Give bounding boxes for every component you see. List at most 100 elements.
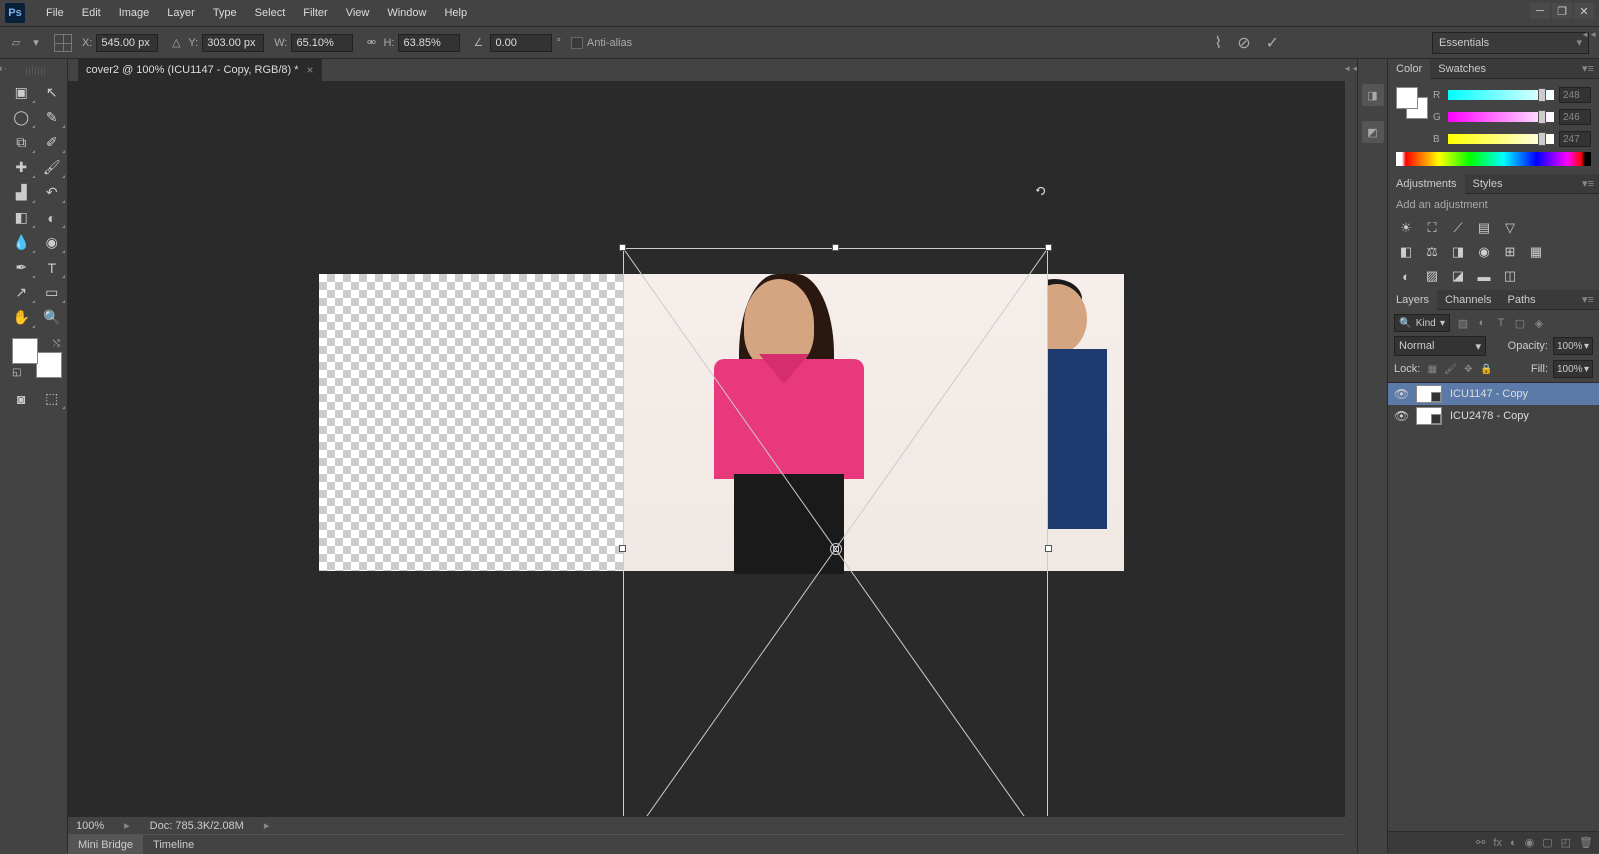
photo-filter-icon[interactable]: ◉ (1474, 243, 1494, 261)
delete-layer-icon[interactable]: 🗑 (1579, 836, 1593, 849)
menu-window[interactable]: Window (378, 0, 435, 27)
layer-name[interactable]: ICU1147 - Copy (1450, 388, 1528, 400)
dropdown-arrow-icon[interactable]: ▾ (28, 35, 44, 51)
eraser-tool[interactable]: ◧ (6, 205, 37, 230)
hand-tool[interactable]: ✋ (6, 305, 37, 330)
tab-channels[interactable]: Channels (1437, 290, 1499, 310)
exposure-icon[interactable]: ▤ (1474, 219, 1494, 237)
tab-adjustments[interactable]: Adjustments (1388, 174, 1465, 194)
history-brush-tool[interactable]: ↶ (37, 180, 68, 205)
canvas-viewport[interactable] (68, 81, 1345, 816)
panel-menu-icon[interactable]: ▾≡ (1577, 62, 1599, 75)
transform-handle-tr[interactable] (1045, 244, 1052, 251)
channel-mixer-icon[interactable]: ⊞ (1500, 243, 1520, 261)
lasso-tool[interactable]: ◯ (6, 105, 37, 130)
selective-color-icon[interactable]: ◫ (1500, 267, 1520, 285)
history-panel-icon[interactable]: ◨ (1362, 84, 1384, 106)
move-tool[interactable]: ▣ (6, 80, 37, 105)
vibrance-icon[interactable]: ▽ (1500, 219, 1520, 237)
color-spectrum[interactable] (1396, 152, 1591, 166)
mask-icon[interactable]: ◐ (1510, 837, 1517, 849)
cancel-transform-button[interactable]: ⊘ (1237, 33, 1250, 53)
tab-mini-bridge[interactable]: Mini Bridge (68, 835, 143, 854)
g-value[interactable]: 246 (1559, 109, 1591, 125)
close-button[interactable]: ✕ (1574, 3, 1594, 19)
menu-help[interactable]: Help (435, 0, 476, 27)
stamp-tool[interactable]: ▟ (6, 180, 37, 205)
lock-position-icon[interactable]: ✥ (1461, 362, 1475, 376)
antialias-checkbox[interactable] (571, 37, 583, 49)
background-color[interactable] (36, 352, 62, 378)
tab-paths[interactable]: Paths (1500, 290, 1544, 310)
tab-layers[interactable]: Layers (1388, 290, 1437, 310)
swap-colors-icon[interactable]: ⤭ (53, 338, 60, 349)
crop-tool[interactable]: ⧉ (6, 130, 37, 155)
threshold-icon[interactable]: ◪ (1448, 267, 1468, 285)
tab-timeline[interactable]: Timeline (143, 835, 204, 854)
warp-mode-button[interactable]: ⌇ (1214, 33, 1222, 53)
hue-icon[interactable]: ◧ (1396, 243, 1416, 261)
menu-image[interactable]: Image (110, 0, 159, 27)
layer-name[interactable]: ICU2478 - Copy (1450, 410, 1529, 422)
posterize-icon[interactable]: ▨ (1422, 267, 1442, 285)
screenmode-tool[interactable]: ⬚ (37, 386, 68, 411)
layer-thumbnail[interactable] (1416, 385, 1442, 403)
maximize-button[interactable]: ❐ (1552, 3, 1572, 19)
dodge-tool[interactable]: ◉ (37, 230, 68, 255)
tab-close-icon[interactable]: × (307, 63, 314, 77)
kind-filter-select[interactable]: 🔍Kind▾ (1394, 314, 1450, 332)
minimize-button[interactable]: ─ (1530, 3, 1550, 19)
rotation-input[interactable] (490, 34, 552, 52)
levels-icon[interactable]: ⛶ (1422, 219, 1442, 237)
color-fg-swatch[interactable] (1396, 87, 1418, 109)
quick-select-tool[interactable]: ✎ (37, 105, 68, 130)
menu-type[interactable]: Type (204, 0, 246, 27)
type-filter-icon[interactable]: T (1493, 315, 1509, 331)
group-icon[interactable]: ▢ (1542, 836, 1552, 849)
default-colors-icon[interactable]: ◱ (12, 367, 21, 378)
pixel-filter-icon[interactable]: ▧ (1455, 315, 1471, 331)
panel-menu-icon[interactable]: ▾≡ (1577, 177, 1599, 190)
x-input[interactable] (96, 34, 158, 52)
r-slider[interactable] (1448, 90, 1554, 100)
y-input[interactable] (202, 34, 264, 52)
menu-view[interactable]: View (337, 0, 379, 27)
type-tool[interactable]: T (37, 255, 68, 280)
artboard-tool[interactable]: ↖ (37, 80, 68, 105)
layer-item[interactable]: 👁 ICU1147 - Copy (1388, 383, 1599, 405)
quickmask-tool[interactable]: ◙ (6, 386, 37, 411)
healing-tool[interactable]: ✚ (6, 155, 37, 180)
transform-handle-tc[interactable] (832, 244, 839, 251)
tab-color[interactable]: Color (1388, 59, 1430, 79)
zoom-level[interactable]: 100% (76, 820, 104, 832)
brightness-icon[interactable]: ☀ (1396, 219, 1416, 237)
menu-layer[interactable]: Layer (158, 0, 204, 27)
reference-point-grid[interactable] (54, 34, 72, 52)
fill-input[interactable]: 100%▾ (1553, 360, 1593, 378)
properties-panel-icon[interactable]: ◩ (1362, 121, 1384, 143)
gradient-tool[interactable]: ◐ (37, 205, 68, 230)
curves-icon[interactable]: ⟋ (1448, 219, 1468, 237)
link-layers-icon[interactable]: ⚯ (1476, 836, 1485, 849)
transform-handle-tl[interactable] (619, 244, 626, 251)
eyedropper-tool[interactable]: ✐ (37, 130, 68, 155)
tab-swatches[interactable]: Swatches (1430, 59, 1494, 79)
menu-edit[interactable]: Edit (73, 0, 110, 27)
h-input[interactable] (398, 34, 460, 52)
r-value[interactable]: 248 (1559, 87, 1591, 103)
visibility-eye-icon[interactable]: 👁 (1394, 387, 1408, 401)
w-input[interactable] (291, 34, 353, 52)
balance-icon[interactable]: ⚖ (1422, 243, 1442, 261)
menu-filter[interactable]: Filter (294, 0, 336, 27)
invert-icon[interactable]: ◐ (1396, 267, 1416, 285)
lock-transparent-icon[interactable]: ▦ (1425, 362, 1439, 376)
layer-thumbnail[interactable] (1416, 407, 1442, 425)
lock-pixels-icon[interactable]: 🖌 (1443, 362, 1457, 376)
fill-adj-icon[interactable]: ◉ (1525, 836, 1535, 849)
opacity-input[interactable]: 100%▾ (1553, 337, 1593, 355)
visibility-eye-icon[interactable]: 👁 (1394, 409, 1408, 423)
path-select-tool[interactable]: ↗ (6, 280, 37, 305)
brush-tool[interactable]: 🖌 (37, 155, 68, 180)
smart-filter-icon[interactable]: ◈ (1531, 315, 1547, 331)
b-value[interactable]: 247 (1559, 131, 1591, 147)
